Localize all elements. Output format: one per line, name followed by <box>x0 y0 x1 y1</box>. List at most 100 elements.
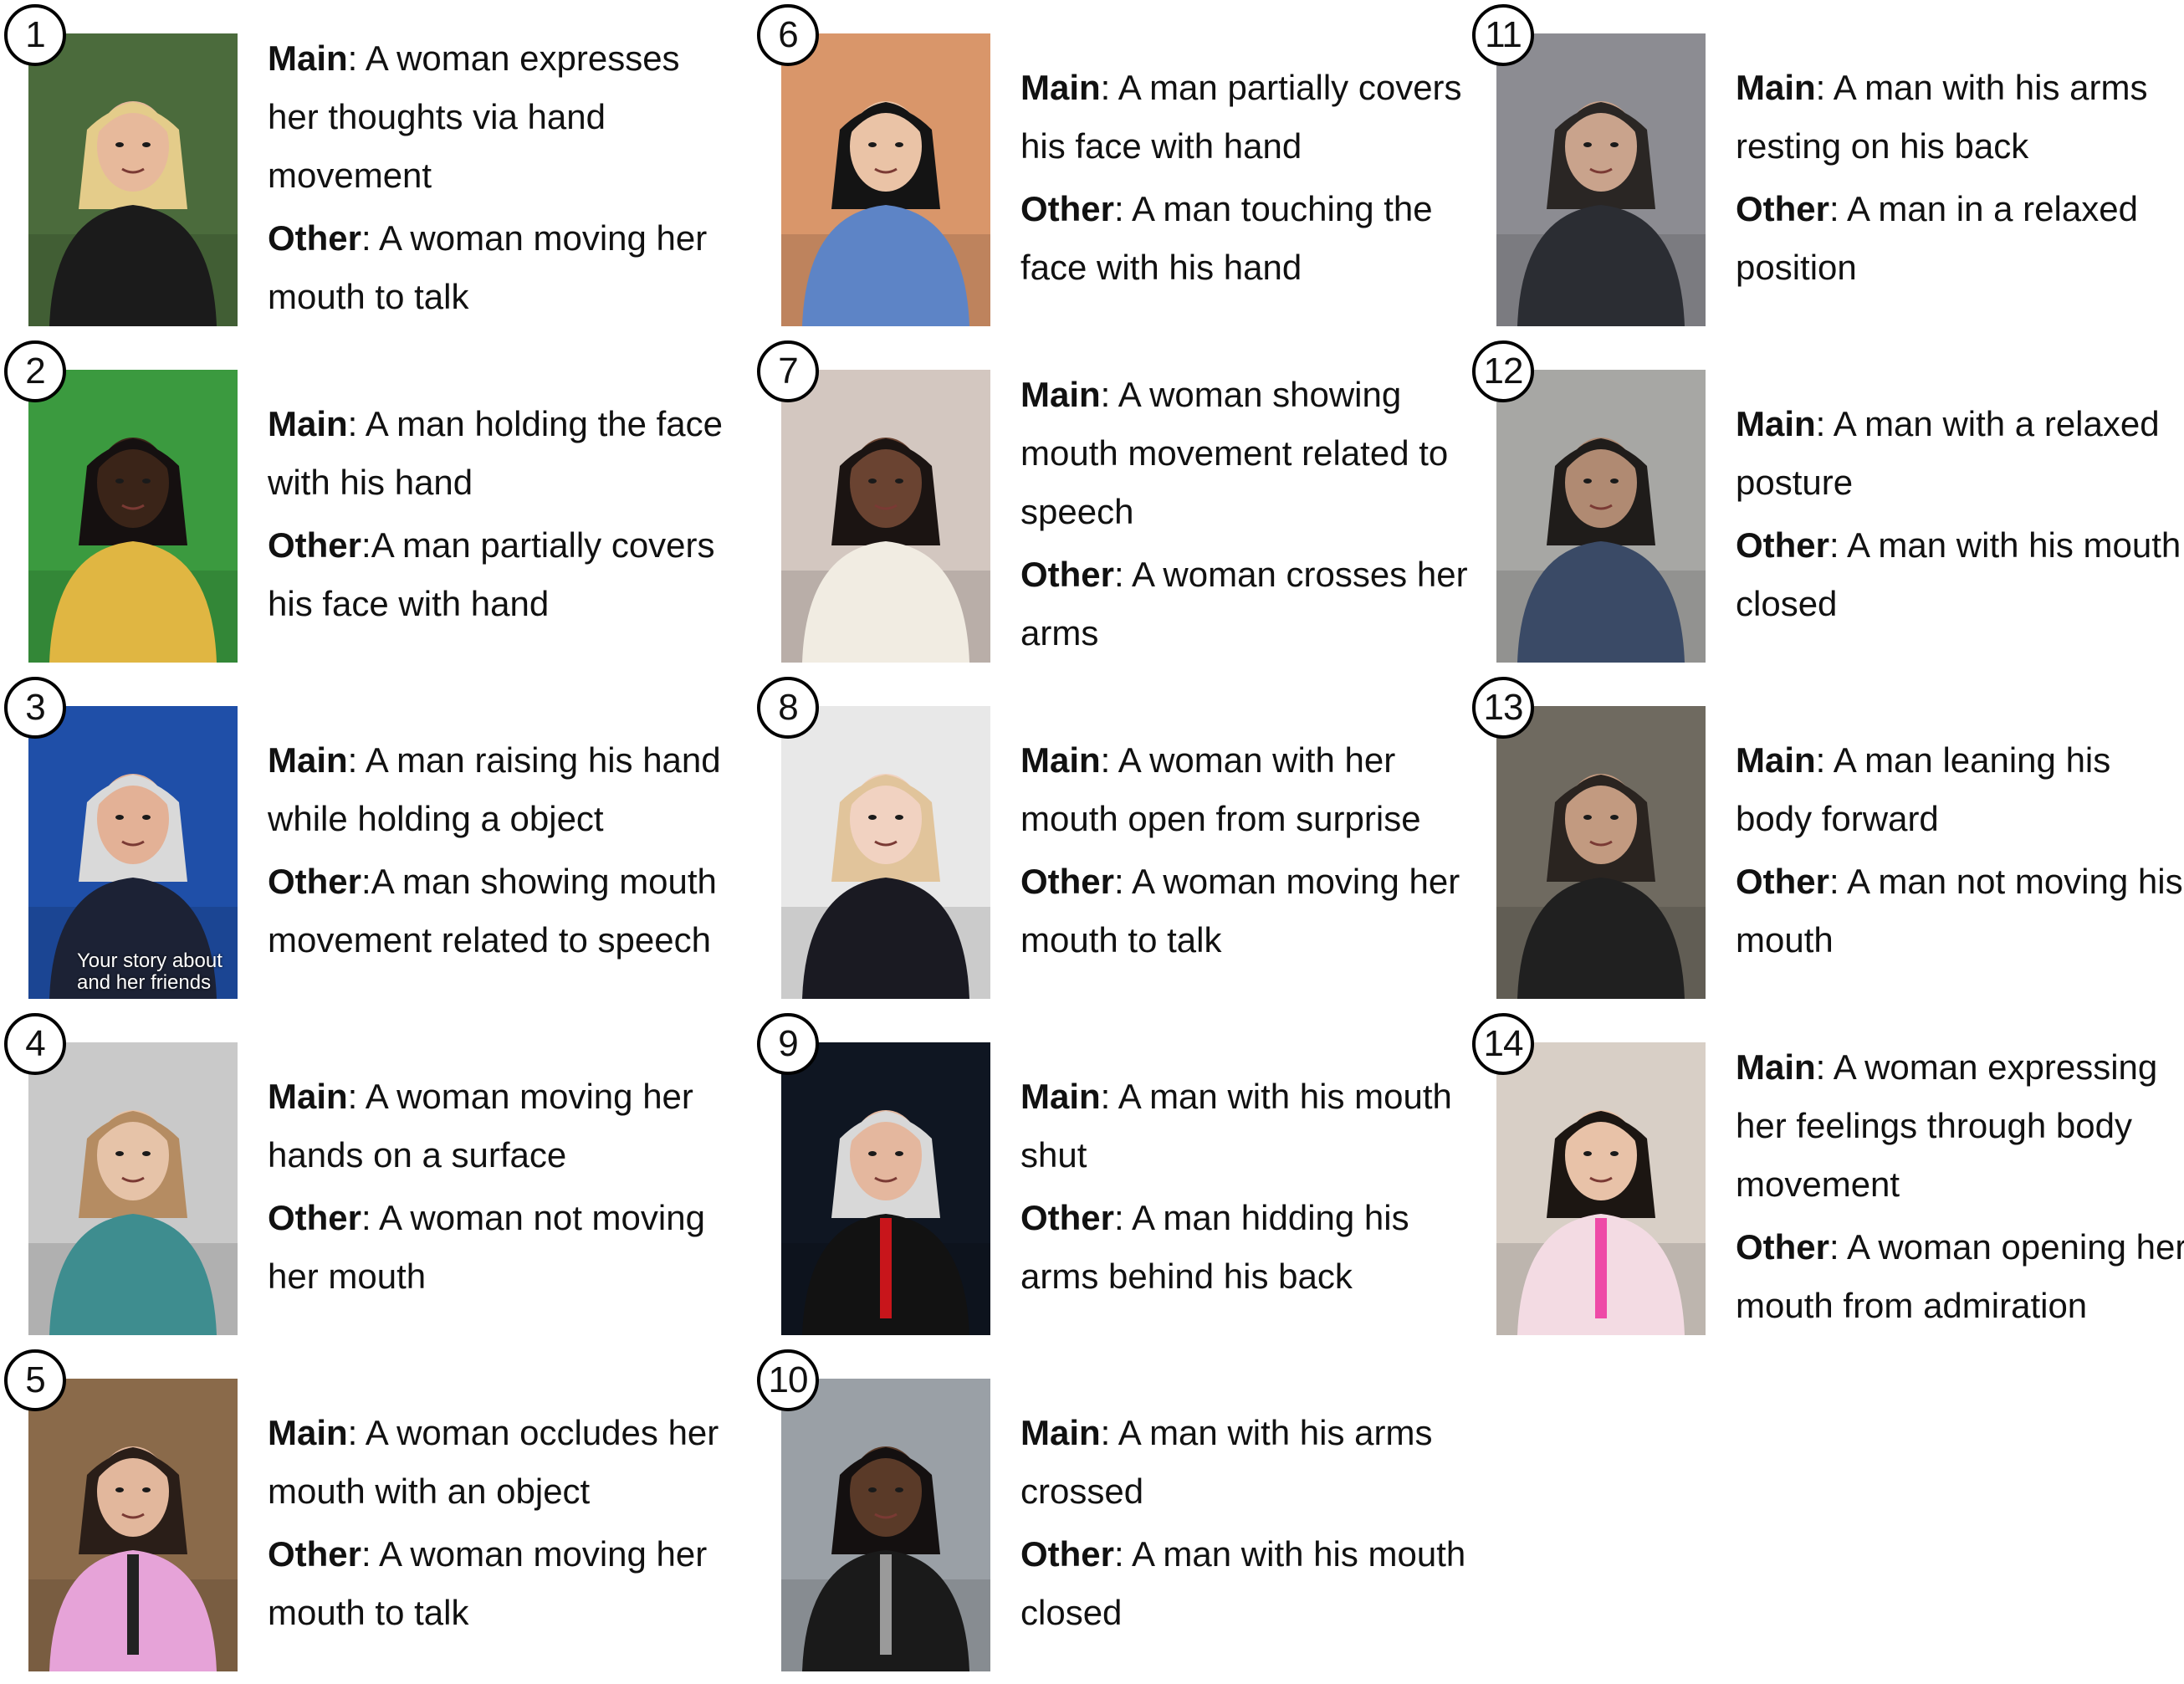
other-description: Other: A woman not moving her mouth <box>268 1189 728 1306</box>
panel-caption: Main: A man with his arms resting on his… <box>1736 33 2184 326</box>
main-label: Main <box>1736 1047 1816 1087</box>
panel-number-badge: 5 <box>4 1349 66 1411</box>
video-frame-thumbnail <box>28 1379 238 1671</box>
other-separator: : <box>1829 525 1848 565</box>
figure-panel-10: 10 Main: A man with his arms crossed Other… <box>753 1345 1472 1671</box>
panel-number-badge: 2 <box>4 340 66 402</box>
main-label: Main <box>268 1077 348 1116</box>
video-frame-thumbnail <box>781 706 990 999</box>
other-label: Other <box>1020 1198 1115 1237</box>
main-separator: : <box>1100 68 1118 107</box>
other-label: Other <box>1020 1534 1115 1574</box>
other-separator: : <box>1114 189 1133 228</box>
other-separator: : <box>361 1198 380 1237</box>
other-separator: : <box>1829 189 1848 228</box>
main-description: Main: A man leaning his body forward <box>1736 731 2184 848</box>
other-description: Other: A man not moving his mouth <box>1736 852 2184 970</box>
main-description: Main: A man partially covers his face wi… <box>1020 59 1481 176</box>
main-description: Main: A woman expressing her feelings th… <box>1736 1038 2184 1214</box>
figure-panel-2: 2 Main: A man holding the face with his h… <box>0 336 723 663</box>
panel-number-badge: 7 <box>757 340 819 402</box>
main-description: Main: A man with his mouth shut <box>1020 1067 1481 1185</box>
figure-panel-5: 5 Main: A woman occludes her mouth with a… <box>0 1345 719 1671</box>
other-label: Other <box>1736 525 1830 565</box>
main-description: Main: A woman moving her hands on a surf… <box>268 1067 728 1185</box>
other-description: Other: A man with his mouth closed <box>1736 516 2184 633</box>
figure-panel-6: 6 Main: A man partially covers his face w… <box>753 0 1472 326</box>
main-label: Main <box>268 38 348 78</box>
video-subtitle-overlay: Your story about and her friends <box>77 950 222 994</box>
video-frame-thumbnail <box>28 1042 238 1335</box>
panel-caption: Main: A woman occludes her mouth with an… <box>268 1379 728 1671</box>
figure-grid: 1 Main: A woman expresses her thoughts vi… <box>0 0 2184 1684</box>
main-label: Main <box>1020 375 1101 414</box>
other-description: Other: A man in a relaxed position <box>1736 180 2184 297</box>
panel-caption: Main: A man raising his hand while holdi… <box>268 706 728 999</box>
main-description: Main: A man with his arms crossed <box>1020 1404 1481 1521</box>
other-description: Other: A woman moving her mouth to talk <box>268 1525 728 1642</box>
video-frame-thumbnail <box>781 370 990 663</box>
video-frame-thumbnail <box>28 33 238 326</box>
other-label: Other <box>1020 555 1115 594</box>
video-frame-thumbnail <box>1496 370 1706 663</box>
panel-number-badge: 12 <box>1472 340 1534 402</box>
other-description: Other:A man showing mouth movement relat… <box>268 852 728 970</box>
other-description: Other: A woman opening her mouth from ad… <box>1736 1218 2184 1335</box>
other-label: Other <box>1020 862 1115 901</box>
other-description: Other:A man partially covers his face wi… <box>268 516 728 633</box>
main-label: Main <box>1736 404 1816 443</box>
main-label: Main <box>268 404 348 443</box>
other-description: Other: A man hidding his arms behind his… <box>1020 1189 1481 1306</box>
panel-number-badge: 14 <box>1472 1013 1534 1075</box>
main-label: Main <box>1020 68 1101 107</box>
video-frame-thumbnail <box>781 1379 990 1671</box>
panel-number-badge: 9 <box>757 1013 819 1075</box>
main-separator: : <box>1815 740 1834 780</box>
panel-caption: Main: A man with his arms crossed Other: … <box>1020 1379 1481 1671</box>
other-label: Other <box>268 525 362 565</box>
main-label: Main <box>1736 68 1816 107</box>
other-separator: : <box>361 218 380 258</box>
other-description: Other: A man with his mouth closed <box>1020 1525 1481 1642</box>
figure-panel-7: 7 Main: A woman showing mouth movement re… <box>753 336 1472 663</box>
panel-number-badge: 8 <box>757 677 819 739</box>
other-label: Other <box>1736 862 1830 901</box>
panel-number-badge: 10 <box>757 1349 819 1411</box>
video-frame-thumbnail <box>1496 706 1706 999</box>
main-label: Main <box>1020 1413 1101 1452</box>
main-description: Main: A woman occludes her mouth with an… <box>268 1404 728 1521</box>
other-separator: : <box>361 862 371 901</box>
main-description: Main: A man with a relaxed posture <box>1736 395 2184 512</box>
main-description: Main: A man raising his hand while holdi… <box>268 731 728 848</box>
video-frame-thumbnail <box>781 33 990 326</box>
figure-panel-9: 9 Main: A man with his mouth shut Other: A… <box>753 1009 1472 1335</box>
main-separator: : <box>1100 1413 1118 1452</box>
other-label: Other <box>268 1198 362 1237</box>
video-frame-thumbnail <box>781 1042 990 1335</box>
other-description: Other: A woman crosses her arms <box>1020 545 1481 663</box>
other-separator: : <box>1114 1534 1133 1574</box>
panel-caption: Main: A man leaning his body forward Othe… <box>1736 706 2184 999</box>
figure-panel-4: 4 Main: A woman moving her hands on a sur… <box>0 1009 719 1335</box>
panel-number-badge: 6 <box>757 4 819 66</box>
main-separator: : <box>1815 68 1834 107</box>
panel-number-badge: 11 <box>1472 4 1534 66</box>
video-frame-thumbnail <box>1496 1042 1706 1335</box>
figure-panel-8: 8 Main: A woman with her mouth open from … <box>753 673 1472 999</box>
main-label: Main <box>1736 740 1816 780</box>
main-description: Main: A woman expresses her thoughts via… <box>268 29 728 205</box>
figure-panel-3: 3 Your story about and her friends Main: A… <box>0 673 721 999</box>
other-label: Other <box>1736 189 1830 228</box>
other-separator: : <box>1114 555 1133 594</box>
other-label: Other <box>1020 189 1115 228</box>
main-separator: : <box>1100 1077 1118 1116</box>
main-separator: : <box>347 1077 366 1116</box>
other-label: Other <box>268 218 362 258</box>
video-frame-thumbnail <box>1496 33 1706 326</box>
other-separator: : <box>1114 1198 1133 1237</box>
main-label: Main <box>268 740 348 780</box>
main-label: Main <box>1020 1077 1101 1116</box>
main-separator: : <box>347 404 366 443</box>
other-label: Other <box>1736 1227 1830 1267</box>
main-separator: : <box>347 1413 366 1452</box>
